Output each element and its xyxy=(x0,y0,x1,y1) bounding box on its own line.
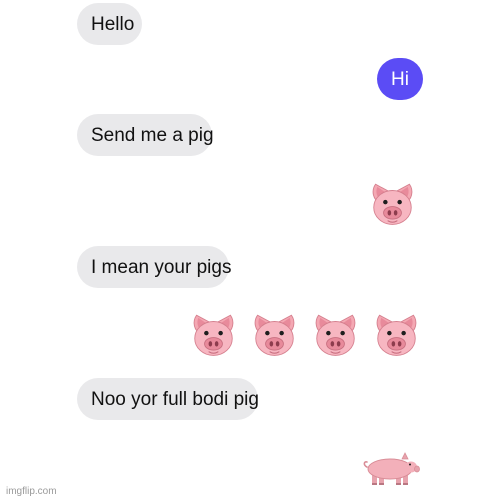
pig-icon xyxy=(362,450,420,488)
incoming-message-bubble[interactable]: I mean your pigs xyxy=(77,246,232,288)
message-text: Hi xyxy=(391,68,409,90)
message-text: Send me a pig xyxy=(91,124,214,146)
message-thread: Hello Hi Send me a pig I mean your pigs … xyxy=(0,0,503,500)
message-text: Noo yor full bodi pig xyxy=(91,388,259,410)
incoming-message-bubble[interactable]: Send me a pig xyxy=(77,114,214,156)
pig-face-icon xyxy=(369,309,424,359)
pig-face-icon xyxy=(308,309,363,359)
message-text: I mean your pigs xyxy=(91,256,232,278)
outgoing-emoji-message[interactable] xyxy=(362,450,420,488)
pig-face-icon xyxy=(186,309,241,359)
outgoing-emoji-message[interactable] xyxy=(365,178,420,228)
incoming-message-bubble[interactable]: Hello xyxy=(77,3,142,45)
message-text: Hello xyxy=(91,13,135,35)
pig-face-icon xyxy=(247,309,302,359)
outgoing-message-bubble[interactable]: Hi xyxy=(377,58,423,100)
pig-face-icon xyxy=(365,178,420,228)
outgoing-emoji-message[interactable] xyxy=(186,309,424,359)
incoming-message-bubble[interactable]: Noo yor full bodi pig xyxy=(77,378,259,420)
watermark: imgflip.com xyxy=(6,486,57,497)
